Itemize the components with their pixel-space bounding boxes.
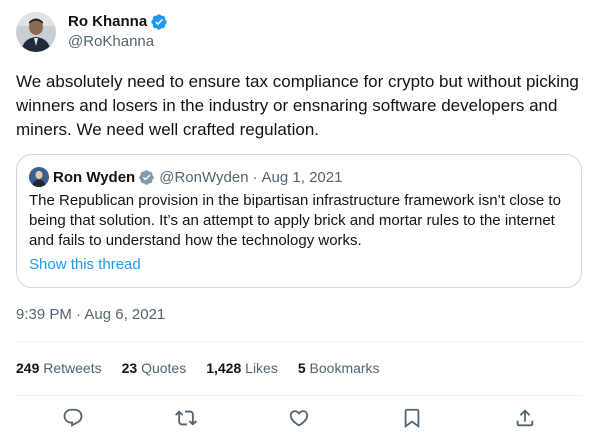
quotes-count: 23 bbox=[121, 360, 138, 376]
quoted-date: Aug 1, 2021 bbox=[261, 168, 343, 186]
reply-button[interactable] bbox=[53, 398, 93, 438]
likes-count: 1,428 bbox=[206, 360, 242, 376]
tweet-text: We absolutely need to ensure tax complia… bbox=[16, 72, 579, 139]
tweet-timestamp[interactable]: 9:39 PM · Aug 6, 2021 bbox=[16, 305, 165, 325]
reply-icon bbox=[63, 408, 82, 427]
quoted-author-avatar bbox=[29, 167, 49, 187]
verified-badge-icon bbox=[139, 169, 154, 185]
likes-label: Likes bbox=[245, 360, 278, 376]
divider bbox=[16, 395, 582, 396]
retweets-count: 249 bbox=[16, 360, 40, 376]
quoted-separator: · bbox=[252, 168, 258, 186]
bookmark-icon bbox=[404, 408, 420, 429]
verified-badge-icon bbox=[151, 14, 167, 30]
tweet-author: Ro Khanna @RoKhanna bbox=[16, 12, 168, 52]
author-name[interactable]: Ro Khanna bbox=[68, 12, 147, 32]
show-thread-link[interactable]: Show this thread bbox=[29, 255, 141, 275]
action-bar bbox=[16, 398, 582, 438]
quoted-author-name: Ron Wyden bbox=[53, 168, 136, 186]
author-handle[interactable]: @RoKhanna bbox=[68, 32, 168, 52]
bookmark-button[interactable] bbox=[392, 398, 432, 438]
share-button[interactable] bbox=[505, 398, 545, 438]
author-avatar[interactable] bbox=[16, 12, 56, 52]
retweet-button[interactable] bbox=[166, 398, 206, 438]
bookmarks-count: 5 bbox=[297, 360, 306, 376]
share-icon bbox=[517, 409, 534, 427]
bookmarks-stat[interactable]: 5 Bookmarks bbox=[298, 360, 380, 376]
quoted-tweet-text: The Republican provision in the bipartis… bbox=[29, 192, 561, 249]
like-button[interactable] bbox=[279, 398, 319, 438]
quotes-label: Quotes bbox=[141, 360, 187, 376]
heart-icon bbox=[289, 410, 309, 427]
quoted-tweet[interactable]: Ron Wyden @RonWyden · Aug 1, 2021 The Re… bbox=[16, 154, 582, 288]
quoted-author-handle: @RonWyden bbox=[159, 168, 249, 186]
divider bbox=[16, 341, 582, 342]
engagement-stats: 249 Retweets 23 Quotes 1,428 Likes 5 Boo… bbox=[16, 358, 400, 378]
retweets-label: Retweets bbox=[43, 360, 102, 376]
retweet-icon bbox=[174, 410, 197, 426]
bookmarks-label: Bookmarks bbox=[309, 360, 380, 376]
retweets-stat[interactable]: 249 Retweets bbox=[16, 360, 102, 376]
quotes-stat[interactable]: 23 Quotes bbox=[122, 360, 187, 376]
likes-stat[interactable]: 1,428 Likes bbox=[206, 360, 278, 376]
